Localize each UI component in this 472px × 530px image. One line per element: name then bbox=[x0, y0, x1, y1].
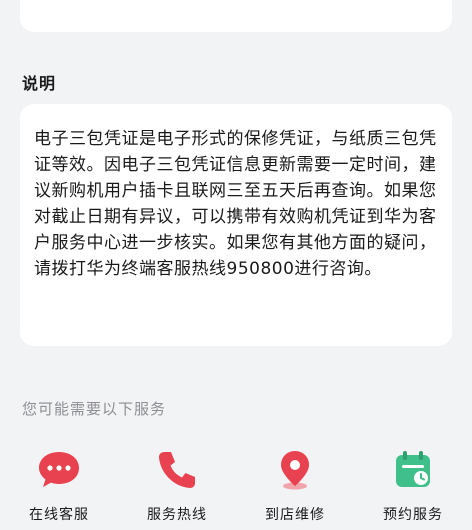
store-repair-button[interactable]: 到店维修 bbox=[236, 448, 354, 530]
calendar-icon bbox=[391, 448, 435, 492]
location-pin-icon bbox=[273, 448, 317, 492]
phone-icon bbox=[155, 448, 199, 492]
online-service-label: 在线客服 bbox=[29, 507, 89, 523]
store-repair-label: 到店维修 bbox=[265, 507, 325, 523]
hotline-label: 服务热线 bbox=[147, 507, 207, 523]
online-service-button[interactable]: 在线客服 bbox=[0, 448, 118, 530]
description-card: 电子三包凭证是电子形式的保修凭证，与纸质三包凭证等效。因电子三包凭证信息更新需要… bbox=[20, 104, 452, 346]
appointment-label: 预约服务 bbox=[383, 507, 443, 523]
services-title: 您可能需要以下服务 bbox=[22, 400, 167, 418]
page: 说明 电子三包凭证是电子形式的保修凭证，与纸质三包凭证等效。因电子三包凭证信息更… bbox=[0, 0, 472, 530]
chat-bubble-icon bbox=[37, 448, 81, 492]
top-card bbox=[20, 0, 452, 32]
services-row: 在线客服 服务热线 到店维修 预约服务 bbox=[0, 448, 472, 530]
description-text: 电子三包凭证是电子形式的保修凭证，与纸质三包凭证等效。因电子三包凭证信息更新需要… bbox=[34, 129, 437, 279]
appointment-button[interactable]: 预约服务 bbox=[354, 448, 472, 530]
hotline-button[interactable]: 服务热线 bbox=[118, 448, 236, 530]
section-title: 说明 bbox=[22, 74, 57, 93]
